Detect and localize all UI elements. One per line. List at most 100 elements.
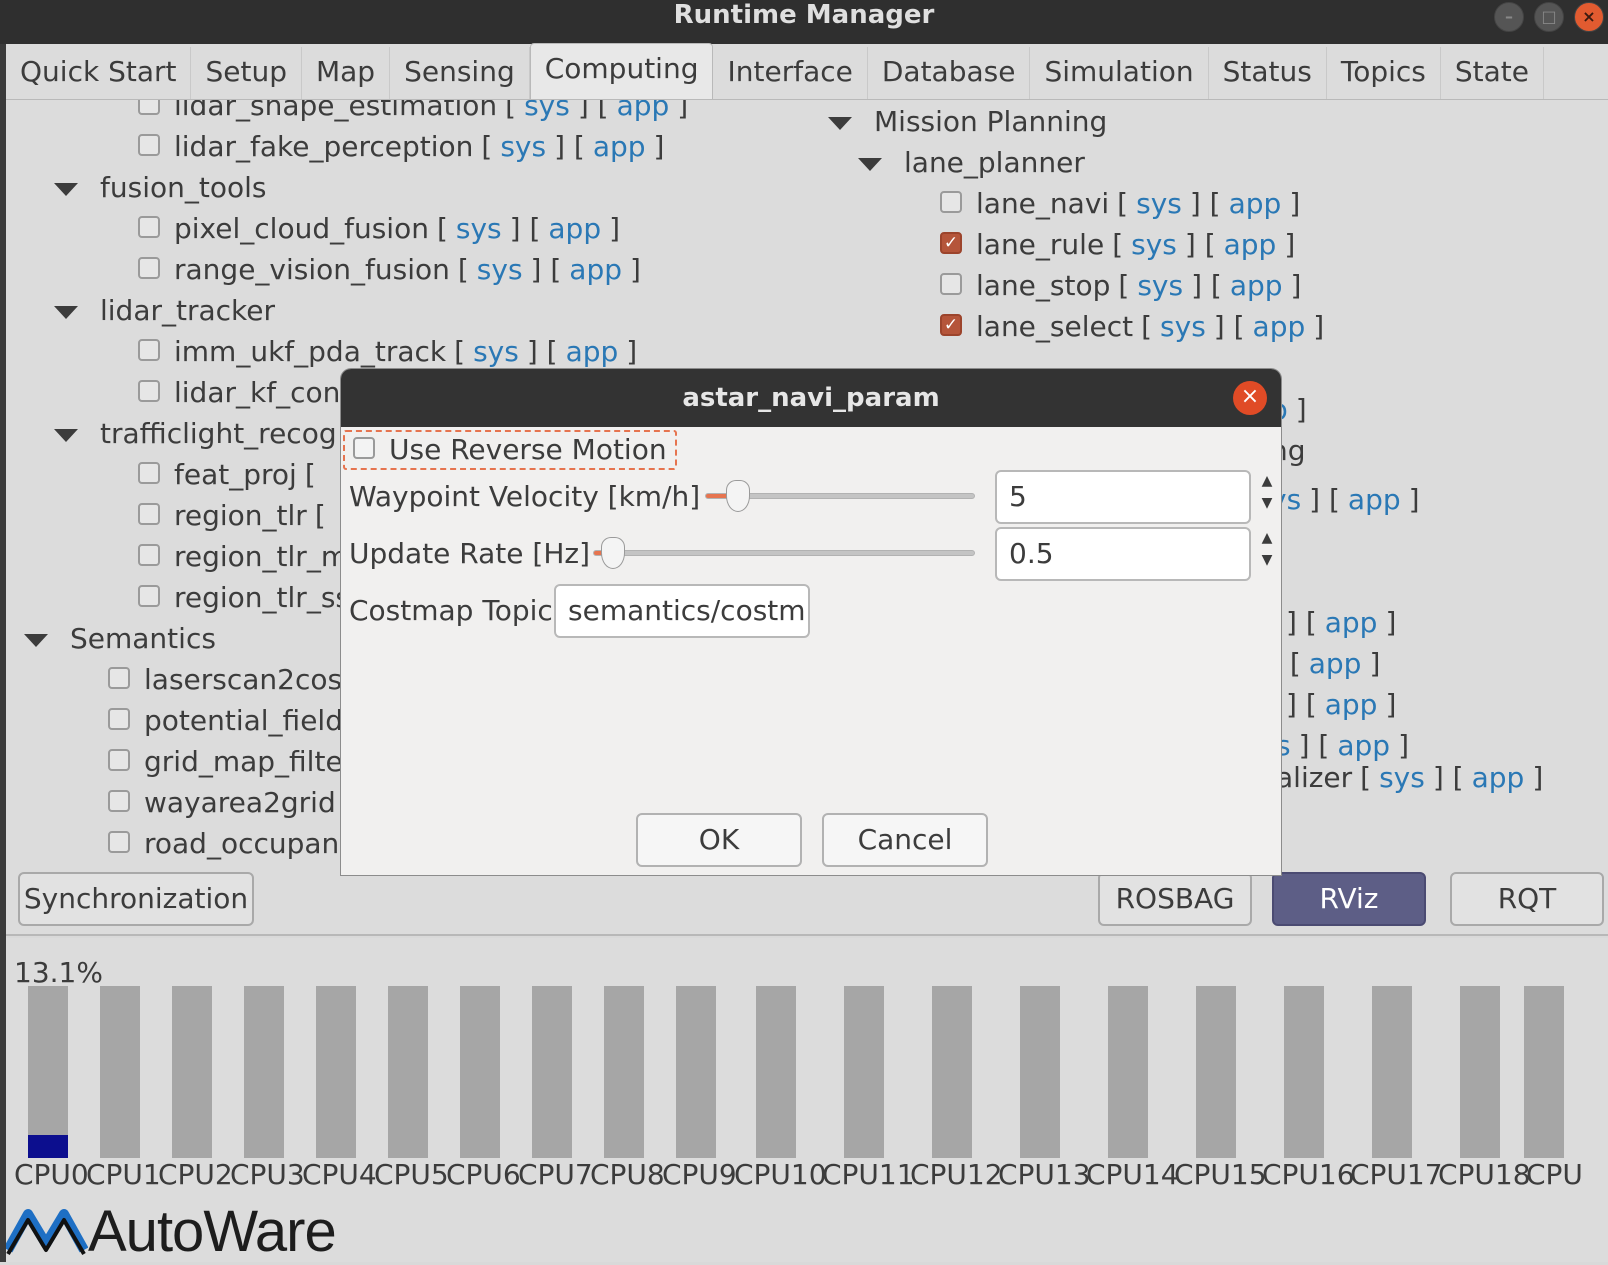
cancel-button[interactable]: Cancel: [822, 813, 988, 867]
sys-link[interactable]: sys: [524, 100, 570, 122]
tree-item-lidar-kf-con[interactable]: lidar_kf_con: [138, 373, 340, 413]
tree-item-pixel-cloud-fusion[interactable]: pixel_cloud_fusion[sys] [app]: [138, 209, 628, 249]
tab-sensing[interactable]: Sensing: [390, 47, 530, 99]
tree-item-partial[interactable]: alizer[sys] [app]: [1276, 758, 1551, 798]
sys-link[interactable]: sys: [1379, 761, 1425, 794]
checkbox[interactable]: [138, 100, 160, 115]
app-link[interactable]: app: [1229, 187, 1282, 220]
tree-item-grid-map-filter[interactable]: grid_map_filte: [108, 742, 343, 782]
checkbox-checked[interactable]: ✓: [940, 314, 962, 336]
tree-item-partial[interactable]: ] [app]: [1278, 603, 1404, 643]
tree-group-mission-planning[interactable]: Mission Planning: [828, 102, 1107, 142]
tree-item-region-tlr-m[interactable]: region_tlr_m: [138, 537, 348, 577]
app-link[interactable]: app: [593, 130, 646, 163]
tree-item-lane-select[interactable]: ✓ lane_select[sys] [app]: [940, 307, 1332, 347]
tab-state[interactable]: State: [1441, 47, 1544, 99]
minimize-icon[interactable]: –: [1494, 2, 1524, 32]
dialog-close-icon[interactable]: ×: [1233, 381, 1267, 415]
checkbox[interactable]: [108, 790, 130, 812]
tree-group-semantics[interactable]: Semantics: [24, 619, 216, 659]
waypoint-velocity-slider[interactable]: [705, 480, 975, 512]
checkbox[interactable]: [108, 749, 130, 771]
checkbox[interactable]: [138, 462, 160, 484]
expand-triangle-icon[interactable]: [24, 633, 48, 647]
waypoint-velocity-field[interactable]: 5: [995, 470, 1251, 524]
spin-arrows-icon[interactable]: ▲ ▼: [1257, 527, 1277, 581]
checkbox[interactable]: [353, 437, 375, 459]
tree-group-lane-planner[interactable]: lane_planner: [858, 143, 1085, 183]
tree-item-road-occupancy[interactable]: road_occupanc: [108, 824, 355, 862]
tree-item-range-vision-fusion[interactable]: range_vision_fusion[sys] [app]: [138, 250, 649, 290]
tree-group-fusion-tools[interactable]: fusion_tools: [54, 168, 266, 208]
costmap-topic-input[interactable]: semantics/costm: [554, 584, 810, 638]
rqt-button[interactable]: RQT: [1450, 872, 1604, 926]
checkbox[interactable]: [138, 257, 160, 279]
tab-simulation[interactable]: Simulation: [1030, 47, 1209, 99]
tab-topics[interactable]: Topics: [1327, 47, 1441, 99]
slider-handle[interactable]: [601, 537, 625, 569]
tree-item-lane-navi[interactable]: lane_navi[sys] [app]: [940, 184, 1308, 224]
sys-link[interactable]: sys: [1131, 228, 1177, 261]
checkbox[interactable]: [138, 339, 160, 361]
use-reverse-motion-checkbox[interactable]: Use Reverse Motion: [343, 430, 677, 470]
app-link[interactable]: app: [1348, 483, 1401, 516]
app-link[interactable]: app: [1325, 688, 1378, 721]
sys-link[interactable]: sys: [473, 335, 519, 368]
tree-item-partial[interactable]: ys] [app]: [1270, 480, 1428, 520]
tree-group-trafficlight-recog[interactable]: trafficlight_recog: [54, 414, 337, 454]
tab-setup[interactable]: Setup: [191, 47, 302, 99]
checkbox[interactable]: [940, 273, 962, 295]
tab-interface[interactable]: Interface: [713, 47, 868, 99]
sys-link[interactable]: sys: [456, 212, 502, 245]
app-link[interactable]: app: [1472, 761, 1525, 794]
tab-status[interactable]: Status: [1209, 47, 1327, 99]
checkbox[interactable]: [108, 831, 130, 853]
app-link[interactable]: app: [548, 212, 601, 245]
app-link[interactable]: app: [1230, 269, 1283, 302]
rviz-button[interactable]: RViz: [1272, 872, 1426, 926]
checkbox[interactable]: [138, 216, 160, 238]
sys-link[interactable]: sys: [1137, 269, 1183, 302]
tree-item-feat-proj[interactable]: feat_proj[: [138, 455, 324, 495]
tree-item-wayarea2grid[interactable]: wayarea2grid[: [108, 783, 363, 823]
checkbox[interactable]: [138, 380, 160, 402]
checkbox[interactable]: [138, 503, 160, 525]
expand-triangle-icon[interactable]: [54, 305, 78, 319]
checkbox[interactable]: [108, 667, 130, 689]
checkbox[interactable]: [138, 585, 160, 607]
tree-item-lidar-fake-perception[interactable]: lidar_fake_perception[sys] [app]: [138, 127, 672, 167]
app-link[interactable]: app: [1325, 606, 1378, 639]
tree-group-lidar-tracker[interactable]: lidar_tracker: [54, 291, 275, 331]
tab-map[interactable]: Map: [302, 47, 391, 99]
expand-triangle-icon[interactable]: [54, 182, 78, 196]
expand-triangle-icon[interactable]: [54, 428, 78, 442]
tree-item-region-tlr-ss[interactable]: region_tlr_ss: [138, 578, 350, 618]
tree-item-lidar-shape-estimation[interactable]: lidar_shape_estimation[sys] [app]: [138, 100, 696, 126]
tree-item-potential-field[interactable]: potential_field: [108, 701, 343, 741]
spin-arrows-icon[interactable]: ▲ ▼: [1257, 470, 1277, 524]
update-rate-field[interactable]: 0.5: [995, 527, 1251, 581]
checkbox-checked[interactable]: ✓: [940, 232, 962, 254]
tree-item-lane-stop[interactable]: lane_stop[sys] [app]: [940, 266, 1309, 306]
checkbox[interactable]: [138, 544, 160, 566]
app-link[interactable]: app: [566, 335, 619, 368]
tree-item-laserscan2cost[interactable]: laserscan2cost: [108, 660, 353, 700]
app-link[interactable]: app: [1224, 228, 1277, 261]
expand-triangle-icon[interactable]: [858, 157, 882, 171]
sys-link[interactable]: sys: [477, 253, 523, 286]
app-link[interactable]: app: [1309, 647, 1362, 680]
expand-triangle-icon[interactable]: [828, 116, 852, 130]
tree-item-lane-rule[interactable]: ✓ lane_rule[sys] [app]: [940, 225, 1303, 265]
rosbag-button[interactable]: ROSBAG: [1098, 872, 1252, 926]
tree-item-partial[interactable]: ] [app]: [1278, 685, 1404, 725]
app-link[interactable]: app: [569, 253, 622, 286]
checkbox[interactable]: [940, 191, 962, 213]
synchronization-button[interactable]: Synchronization: [18, 872, 254, 926]
tab-computing[interactable]: Computing: [529, 43, 714, 99]
ok-button[interactable]: OK: [636, 813, 802, 867]
sys-link[interactable]: sys: [1160, 310, 1206, 343]
tree-item-region-tlr[interactable]: region_tlr[: [138, 496, 334, 536]
maximize-icon[interactable]: □: [1534, 2, 1564, 32]
close-icon[interactable]: ×: [1574, 2, 1604, 32]
update-rate-slider[interactable]: [593, 537, 975, 569]
